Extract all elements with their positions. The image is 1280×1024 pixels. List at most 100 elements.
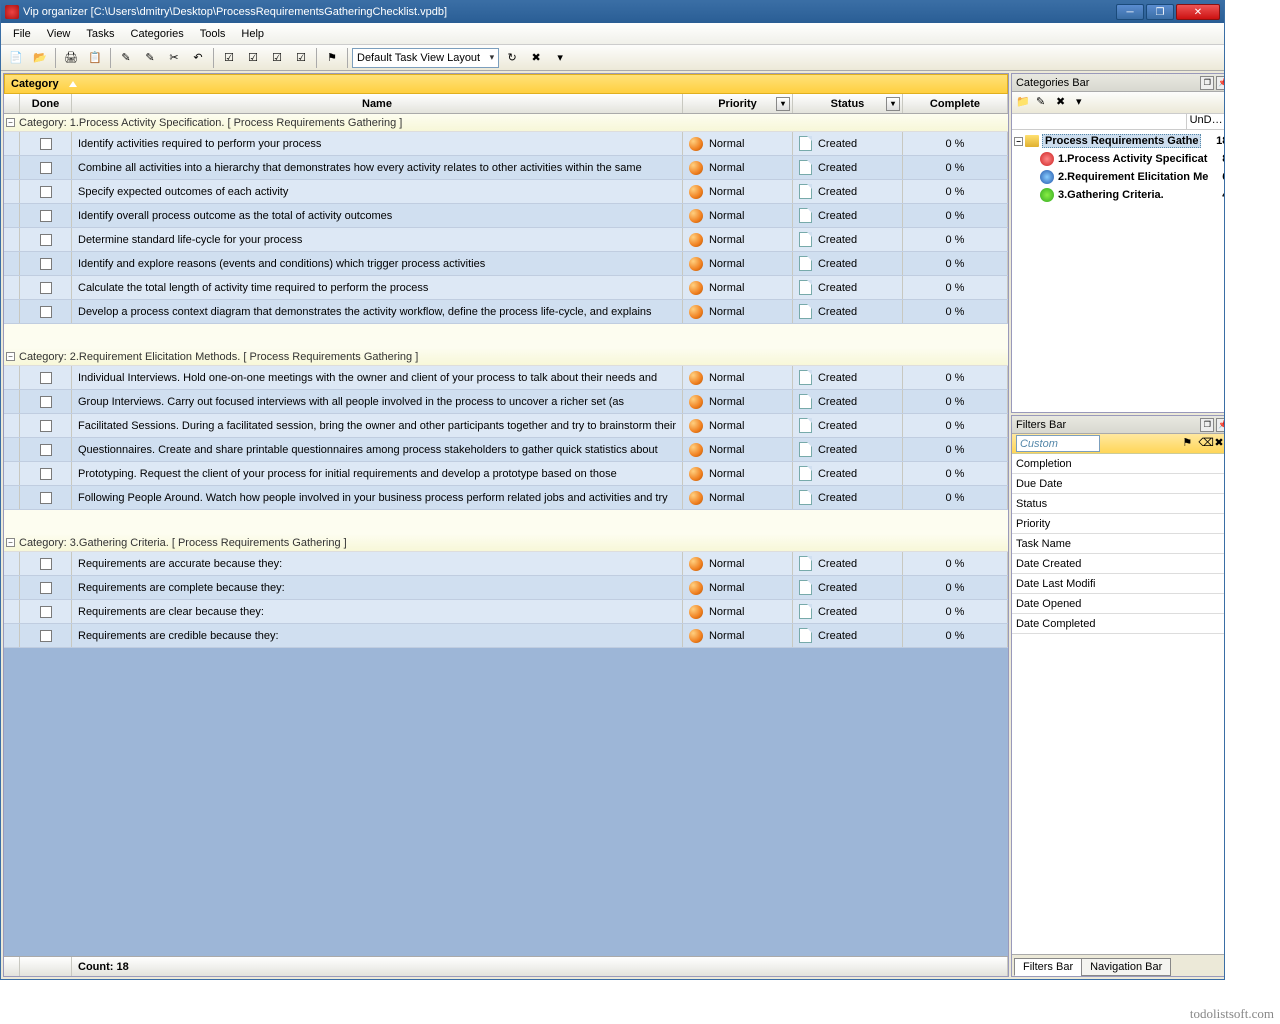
more-icon[interactable]: ▾ [549,47,571,69]
status-filter-icon[interactable]: ▾ [886,97,900,111]
tree-root[interactable]: −Process Requirements Gathe1818 [1014,132,1224,150]
done-checkbox[interactable] [40,186,52,198]
pin-icon[interactable]: 📌 [1216,418,1224,432]
task-row[interactable]: Individual Interviews. Hold one-on-one m… [4,366,1008,390]
titlebar[interactable]: Vip organizer [C:\Users\dmitry\Desktop\P… [1,1,1224,23]
col-complete[interactable]: Complete [903,94,1008,113]
task-row[interactable]: Requirements are accurate because they:N… [4,552,1008,576]
close-button[interactable]: ✕ [1176,4,1220,20]
done-checkbox[interactable] [40,468,52,480]
done-checkbox[interactable] [40,420,52,432]
task-row[interactable]: Following People Around. Watch how peopl… [4,486,1008,510]
priority-filter-icon[interactable]: ▾ [776,97,790,111]
pin-icon[interactable]: 📌 [1216,76,1224,90]
cut-icon[interactable]: ✂ [163,47,185,69]
print-icon[interactable]: 🖨 [60,47,82,69]
tree-node[interactable]: 2.Requirement Elicitation Me66 [1014,168,1224,186]
filter-item[interactable]: Completion▾ [1012,454,1224,474]
task-icon[interactable]: ☑ [218,47,240,69]
edit2-icon[interactable]: ✎ [139,47,161,69]
done-checkbox[interactable] [40,138,52,150]
task-row[interactable]: Questionnaires. Create and share printab… [4,438,1008,462]
menu-categories[interactable]: Categories [123,26,192,42]
filter-item[interactable]: Status▾ [1012,494,1224,514]
done-checkbox[interactable] [40,492,52,504]
done-checkbox[interactable] [40,234,52,246]
task-row[interactable]: Specify expected outcomes of each activi… [4,180,1008,204]
edit-icon[interactable]: ✎ [115,47,137,69]
new-icon[interactable]: 📄 [5,47,27,69]
menu-tools[interactable]: Tools [192,26,234,42]
category-row[interactable]: − Category: 2.Requirement Elicitation Me… [4,348,1008,366]
done-checkbox[interactable] [40,258,52,270]
done-checkbox[interactable] [40,444,52,456]
col-status[interactable]: Status▾ [793,94,903,113]
tab-navigation[interactable]: Navigation Bar [1081,958,1171,976]
cat-edit-icon[interactable]: ✎ [1036,95,1052,111]
refresh-icon[interactable]: ↻ [501,47,523,69]
task-row[interactable]: Identify activities required to perform … [4,132,1008,156]
open-icon[interactable]: 📂 [29,47,51,69]
menu-view[interactable]: View [39,26,79,42]
filter-del-icon[interactable]: ✖ [1214,436,1224,452]
task-row[interactable]: Determine standard life-cycle for your p… [4,228,1008,252]
done-checkbox[interactable] [40,582,52,594]
done-checkbox[interactable] [40,306,52,318]
task-row[interactable]: Facilitated Sessions. During a facilitat… [4,414,1008,438]
task-row[interactable]: Prototyping. Request the client of your … [4,462,1008,486]
filter-item[interactable]: Date Opened▾ [1012,594,1224,614]
filter-item[interactable]: Due Date▾ [1012,474,1224,494]
filter-item[interactable]: Priority▾ [1012,514,1224,534]
filter-clear-icon[interactable]: ⌫ [1198,436,1214,452]
done-checkbox[interactable] [40,606,52,618]
task-row[interactable]: Combine all activities into a hierarchy … [4,156,1008,180]
task-row[interactable]: Requirements are credible because they:N… [4,624,1008,648]
task2-icon[interactable]: ☑ [242,47,264,69]
filter-item[interactable]: Date Completed▾ [1012,614,1224,634]
done-checkbox[interactable] [40,210,52,222]
done-checkbox[interactable] [40,372,52,384]
done-checkbox[interactable] [40,558,52,570]
task-row[interactable]: Develop a process context diagram that d… [4,300,1008,324]
menu-tasks[interactable]: Tasks [78,26,122,42]
tree-node[interactable]: 3.Gathering Criteria.44 [1014,186,1224,204]
cat-more-icon[interactable]: ▾ [1076,95,1092,111]
task-row[interactable]: Calculate the total length of activity t… [4,276,1008,300]
col-done[interactable]: Done [20,94,72,113]
done-checkbox[interactable] [40,282,52,294]
category-row[interactable]: − Category: 1.Process Activity Specifica… [4,114,1008,132]
task-row[interactable]: Requirements are complete because they:N… [4,576,1008,600]
cat-del-icon[interactable]: ✖ [1056,95,1072,111]
category-row[interactable]: − Category: 3.Gathering Criteria. [ Proc… [4,534,1008,552]
undo-icon[interactable]: ↶ [187,47,209,69]
col-expand[interactable] [4,94,20,113]
filter-item[interactable]: Task Name▾ [1012,534,1224,554]
col-name[interactable]: Name [72,94,683,113]
task-row[interactable]: Group Interviews. Carry out focused inte… [4,390,1008,414]
filter-apply-icon[interactable]: ⚑ [1182,436,1198,452]
group-by-row[interactable]: Category [4,74,1008,94]
tab-filters[interactable]: Filters Bar [1014,958,1082,976]
layout-select[interactable]: Default Task View Layout [352,48,499,68]
flag-icon[interactable]: ⚑ [321,47,343,69]
menu-help[interactable]: Help [233,26,272,42]
tree-node[interactable]: 1.Process Activity Specificat88 [1014,150,1224,168]
filter-item[interactable]: Date Last Modifi▾ [1012,574,1224,594]
export-icon[interactable]: 📋 [84,47,106,69]
filter-item[interactable]: Date Created▾ [1012,554,1224,574]
menu-file[interactable]: File [5,26,39,42]
task-row[interactable]: Identify and explore reasons (events and… [4,252,1008,276]
task-row[interactable]: Requirements are clear because they:Norm… [4,600,1008,624]
delete-icon[interactable]: ✖ [525,47,547,69]
task3-icon[interactable]: ☑ [266,47,288,69]
restore-icon[interactable]: ❐ [1200,418,1214,432]
restore-icon[interactable]: ❐ [1200,76,1214,90]
maximize-button[interactable]: ❐ [1146,4,1174,20]
cat-new-icon[interactable]: 📁 [1016,95,1032,111]
done-checkbox[interactable] [40,162,52,174]
task4-icon[interactable]: ☑ [290,47,312,69]
done-checkbox[interactable] [40,630,52,642]
filters-title[interactable]: Filters Bar ❐ 📌 ✕ [1012,416,1224,434]
categories-title[interactable]: Categories Bar ❐ 📌 ✕ [1012,74,1224,92]
minimize-button[interactable]: ─ [1116,4,1144,20]
